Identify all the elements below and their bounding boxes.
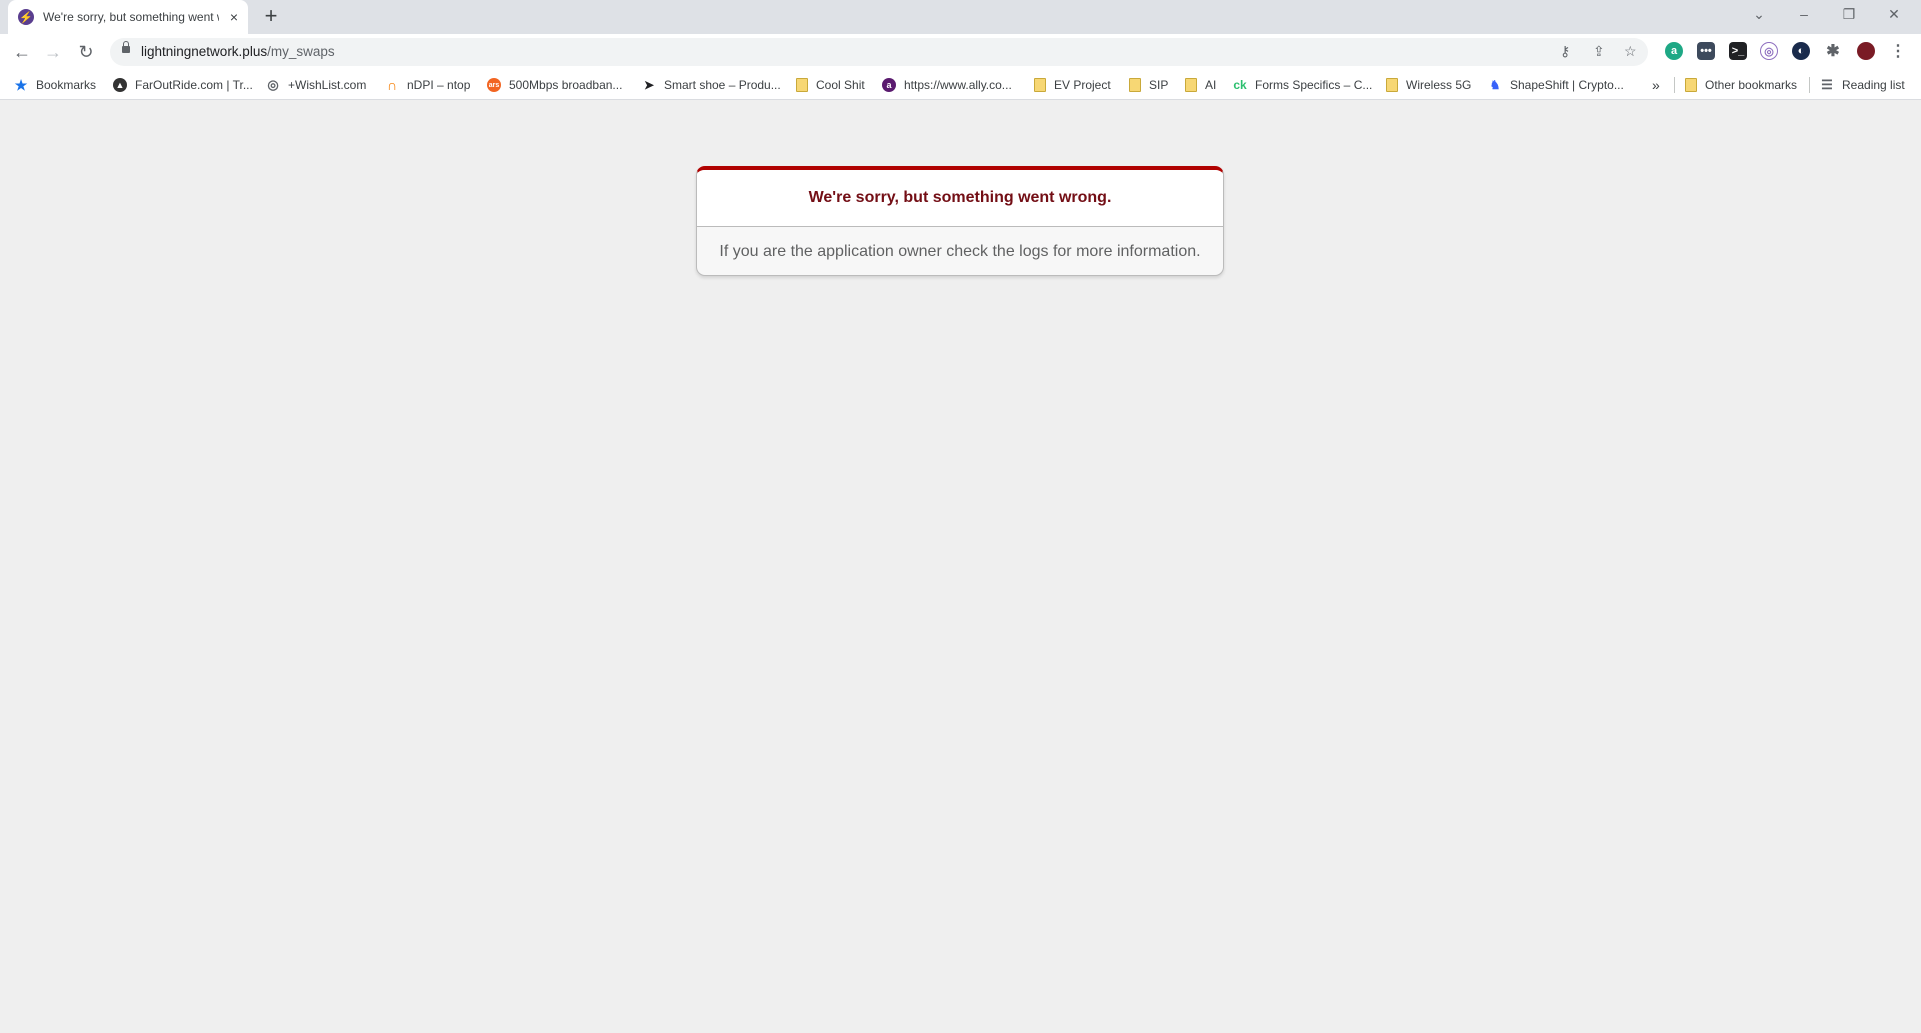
tab-close-icon[interactable]: × [230,9,238,25]
bookmark-label: EV Project [1054,78,1111,92]
bookmark-item[interactable]: ◎ +WishList.com [266,76,366,94]
restore-button[interactable]: ❐ [1827,0,1871,30]
extension-shield-icon[interactable]: ◐ [1792,42,1810,60]
site-icon: ars [487,78,501,92]
reading-list-label: Reading list [1842,78,1905,92]
ntop-icon: ∩ [386,77,398,93]
folder-icon [1034,78,1046,92]
bookmark-label: SIP [1149,78,1169,92]
error-message: If you are the application owner check t… [719,243,1201,260]
folder-icon [1185,78,1197,92]
close-window-button[interactable]: ✕ [1872,0,1916,30]
bookmark-label: Cool Shit [816,78,865,92]
bookmark-item[interactable]: ♞ ShapeShift | Crypto... [1488,76,1624,94]
bookmark-item[interactable]: ck Forms Specifics – C... [1233,76,1372,94]
bookmark-item[interactable]: ▲ FarOutRide.com | Tr... [113,76,253,94]
extensions-puzzle-icon[interactable]: ✱ [1824,42,1842,60]
folder-icon [1129,78,1141,92]
tab-active[interactable]: ⚡ We're sorry, but something went wrong … [8,0,248,34]
site-icon: ➤ [643,78,655,92]
bookmark-folder[interactable]: SIP [1129,76,1168,94]
browser-toolbar: ← → ↻ lightningnetwork.plus/my_swaps ⚷ ⇪… [0,34,1921,70]
bookmark-label: FarOutRide.com | Tr... [135,78,253,92]
bookmark-label: ShapeShift | Crypto... [1510,78,1624,92]
globe-icon: ◎ [267,77,279,92]
share-icon[interactable]: ⇪ [1593,43,1605,60]
tab-strip: ⚡ We're sorry, but something went wrong … [0,0,1921,34]
bookmark-item[interactable]: a https://www.ally.co... [882,76,1012,94]
bookmark-folder[interactable]: EV Project [1034,76,1111,94]
bookmark-star-icon[interactable]: ☆ [1624,43,1637,60]
bookmarks-overflow-button[interactable]: » [1652,76,1660,94]
extension-circle-icon[interactable]: ◎ [1760,42,1778,60]
bookmark-item[interactable]: ∩ nDPI – ntop [385,76,470,94]
minimize-button[interactable]: – [1782,0,1826,30]
key-icon[interactable]: ⚷ [1560,43,1570,60]
lock-icon[interactable] [122,41,130,53]
extension-password-icon[interactable]: ••• [1697,42,1715,60]
ck-icon: ck [1233,78,1247,92]
extension-a-icon[interactable]: a [1665,42,1683,60]
menu-dots-icon[interactable]: ⋮ [1889,42,1907,60]
bookmark-folder[interactable]: Wireless 5G [1386,76,1471,94]
ally-icon: a [882,78,896,92]
tab-search-icon[interactable]: ⌄ [1737,0,1781,30]
extension-terminal-icon[interactable]: >_ [1729,42,1747,60]
bookmark-label: Smart shoe – Produ... [664,78,781,92]
bookmark-label: Bookmarks [36,78,97,92]
other-bookmarks-label: Other bookmarks [1705,78,1798,92]
bookmark-label: 500Mbps broadban... [509,78,623,92]
bookmark-folder[interactable]: Cool Shit [796,76,865,94]
bookmark-item[interactable]: ars 500Mbps broadban... [487,76,622,94]
folder-icon [1386,78,1398,92]
bookmark-label: nDPI – ntop [407,78,471,92]
folder-icon [796,78,808,92]
bookmarks-bar: ★ Bookmarks ▲ FarOutRide.com | Tr... ◎ +… [0,70,1921,100]
url-host: lightningnetwork.plus [141,44,268,59]
forward-button[interactable]: → [39,40,67,64]
bookmark-label: https://www.ally.co... [904,78,1012,92]
error-dialog: We're sorry, but something went wrong. I… [696,166,1224,276]
reading-list-icon: ☰ [1821,77,1833,92]
address-bar[interactable]: lightningnetwork.plus/my_swaps ⚷ ⇪ ☆ [110,38,1648,66]
error-title: We're sorry, but something went wrong. [808,189,1112,206]
url-path: /my_swaps [267,44,335,59]
tab-title: We're sorry, but something went wrong (5… [43,10,219,24]
bookmarks-divider [1809,77,1810,93]
bookmark-item[interactable]: ★ Bookmarks [14,76,96,94]
bookmark-item[interactable]: ➤ Smart shoe – Produ... [642,76,781,94]
site-icon: ▲ [113,78,127,92]
other-bookmarks-button[interactable]: Other bookmarks [1685,76,1797,94]
new-tab-button[interactable]: + [258,4,284,30]
bookmark-folder[interactable]: AI [1185,76,1216,94]
bookmark-label: Wireless 5G [1406,78,1472,92]
url-text[interactable]: lightningnetwork.plus/my_swaps [141,44,335,59]
bookmarks-divider [1674,77,1675,93]
bookmark-label: +WishList.com [288,78,367,92]
bookmark-label: AI [1205,78,1217,92]
lightning-favicon-icon: ⚡ [18,9,34,25]
bookmark-label: Forms Specifics – C... [1255,78,1373,92]
error-header: We're sorry, but something went wrong. [697,170,1223,227]
back-button[interactable]: ← [8,40,36,64]
reading-list-button[interactable]: ☰ Reading list [1820,76,1905,94]
reload-button[interactable]: ↻ [72,40,100,64]
profile-avatar[interactable] [1857,42,1875,60]
star-icon: ★ [14,76,28,93]
shapeshift-icon: ♞ [1489,78,1501,92]
folder-icon [1685,78,1697,92]
